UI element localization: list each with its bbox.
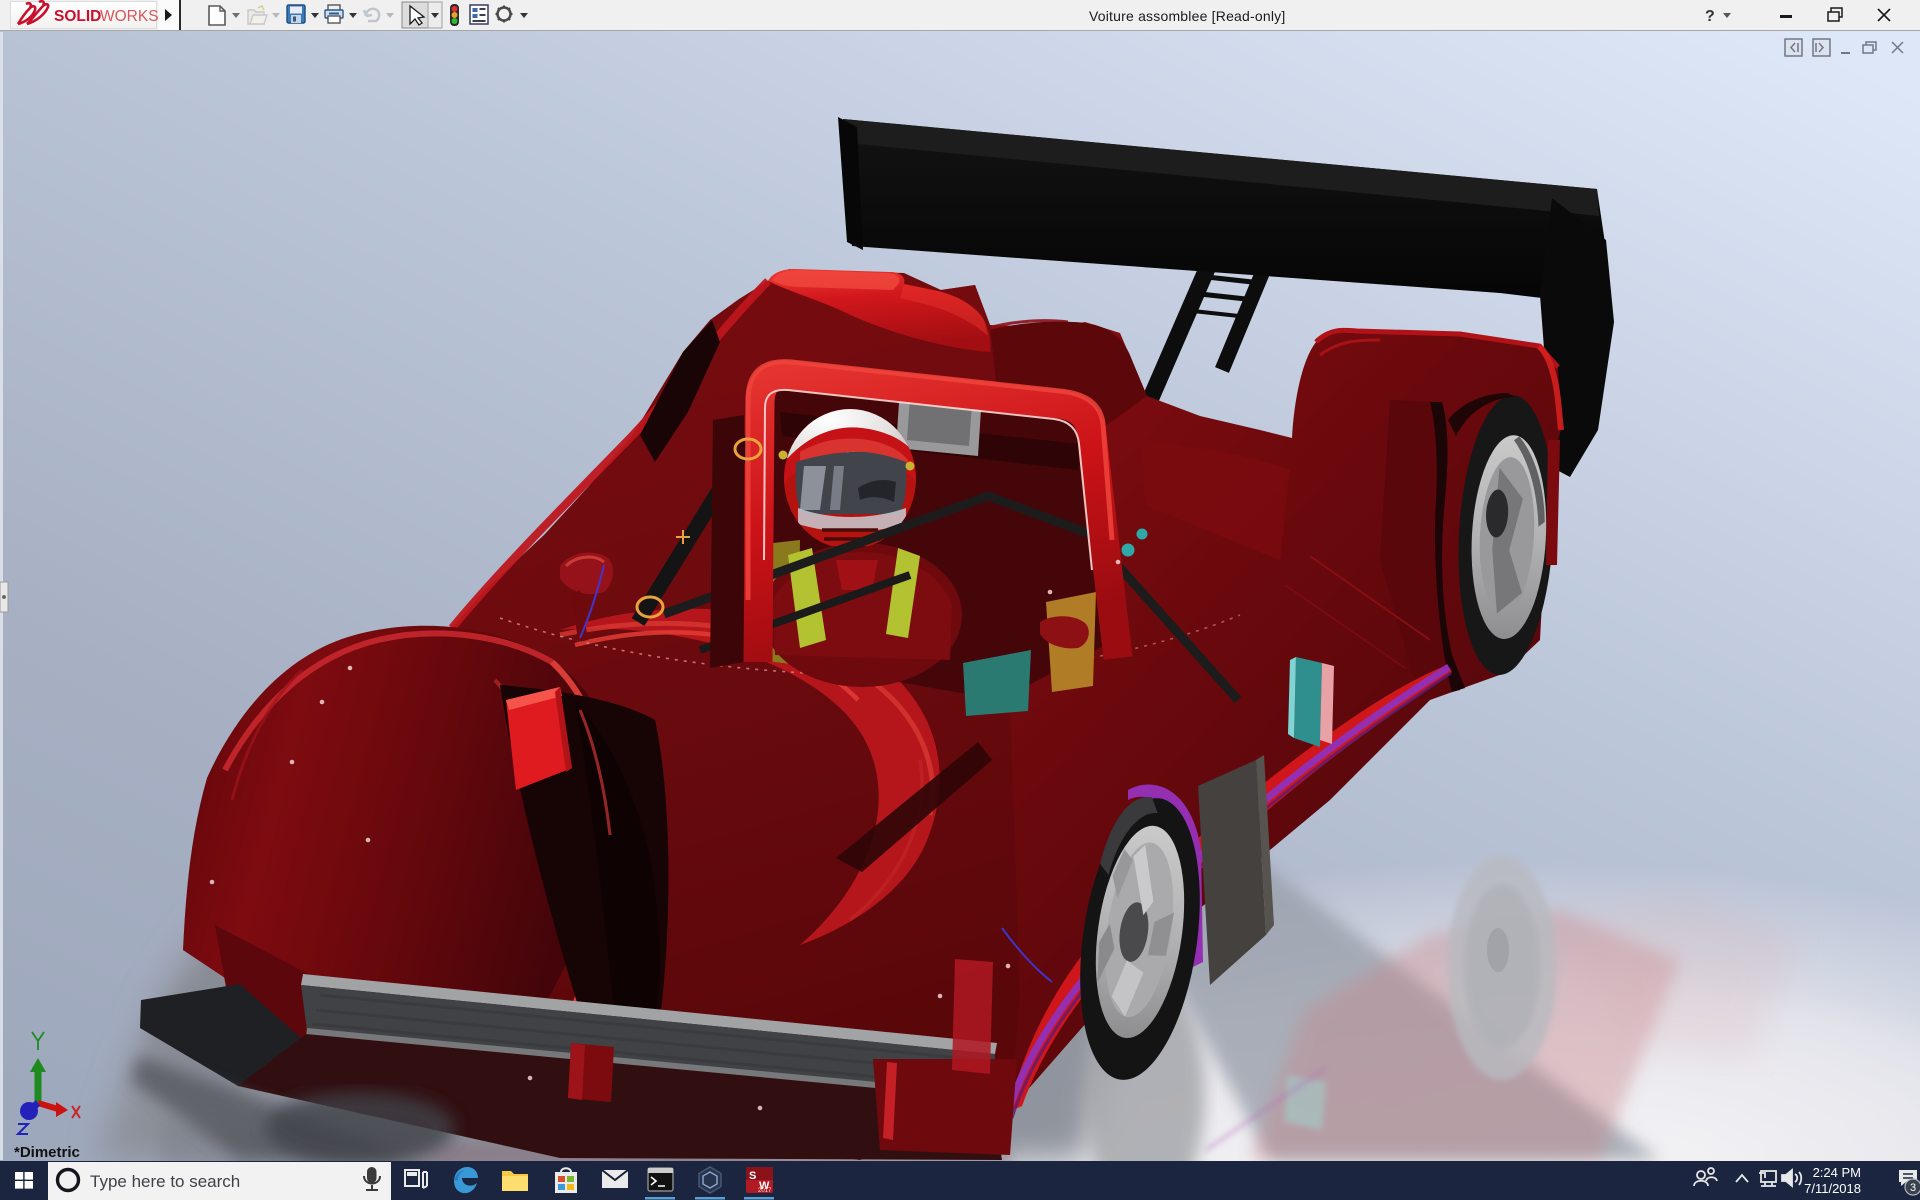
svg-text:*Dimetric: *Dimetric [14, 1144, 80, 1161]
svg-text:?: ? [1705, 8, 1715, 25]
svg-text:SOLID: SOLID [54, 8, 101, 25]
svg-text:2017: 2017 [758, 1188, 772, 1194]
svg-text:3: 3 [1910, 1182, 1916, 1194]
svg-text:S: S [749, 1170, 756, 1182]
svg-text:WORKS: WORKS [100, 8, 159, 25]
